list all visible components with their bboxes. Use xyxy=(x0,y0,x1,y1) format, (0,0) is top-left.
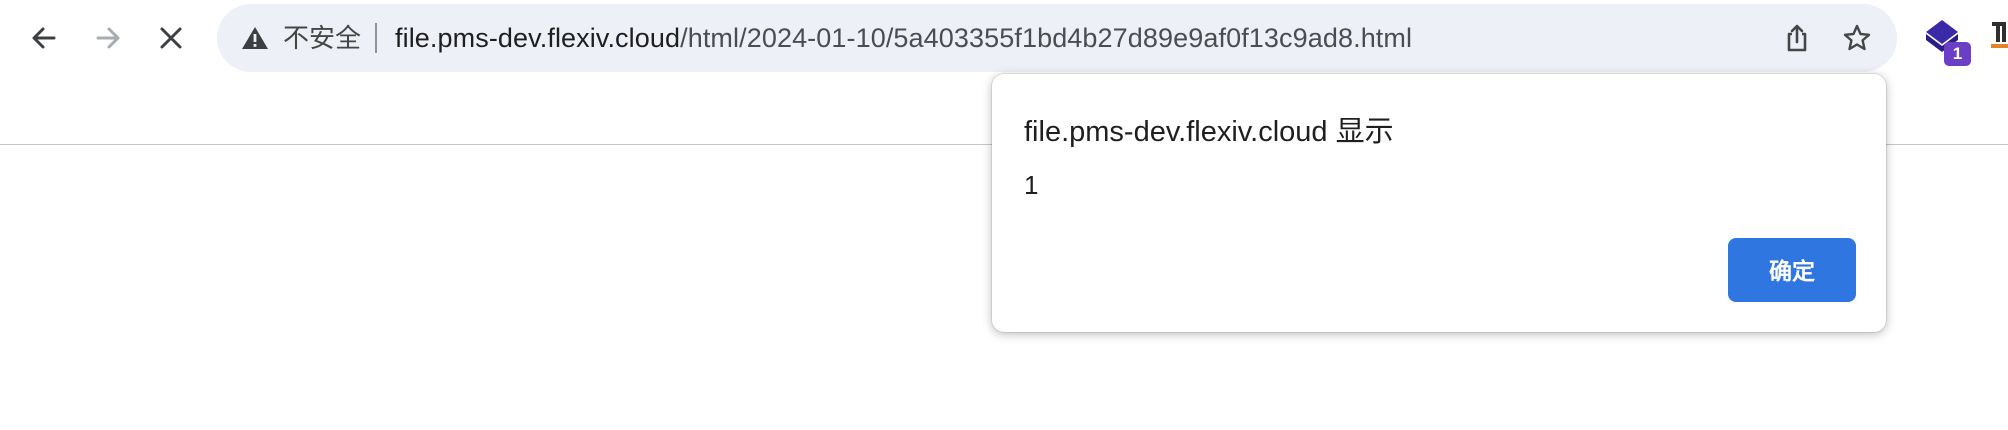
omnibox-divider xyxy=(375,23,377,53)
alert-dialog: file.pms-dev.flexiv.cloud 显示 1 确定 xyxy=(992,74,1886,332)
extension-icon-partial[interactable] xyxy=(1990,16,2008,56)
warning-triangle-icon[interactable] xyxy=(239,22,271,54)
ok-button[interactable]: 确定 xyxy=(1728,238,1856,302)
url-path: /html/2024-01-10/5a403355f1bd4b27d89e9af… xyxy=(680,23,1413,53)
extension-badge: 1 xyxy=(1944,42,1971,66)
url-host: file.pms-dev.flexiv.cloud xyxy=(395,23,681,53)
extension-icon xyxy=(1991,22,2008,48)
stop-loading-button[interactable] xyxy=(147,14,195,62)
share-icon xyxy=(1787,24,1807,52)
back-button[interactable] xyxy=(20,14,68,62)
arrow-left-icon xyxy=(32,27,56,49)
browser-toolbar: 不安全 file.pms-dev.flexiv.cloud/html/2024-… xyxy=(0,0,2008,78)
forward-button[interactable] xyxy=(84,14,132,62)
address-bar[interactable]: 不安全 file.pms-dev.flexiv.cloud/html/2024-… xyxy=(217,4,1897,72)
close-icon xyxy=(160,27,182,49)
url-text[interactable]: file.pms-dev.flexiv.cloud/html/2024-01-1… xyxy=(395,4,1412,72)
star-icon xyxy=(1843,24,1871,51)
arrow-right-icon xyxy=(96,27,120,49)
dialog-message: 1 xyxy=(1024,170,1039,200)
share-button[interactable] xyxy=(1777,18,1817,58)
dialog-title: file.pms-dev.flexiv.cloud 显示 xyxy=(1024,116,1394,148)
bookmark-button[interactable] xyxy=(1837,18,1877,58)
security-status-label[interactable]: 不安全 xyxy=(283,4,361,72)
